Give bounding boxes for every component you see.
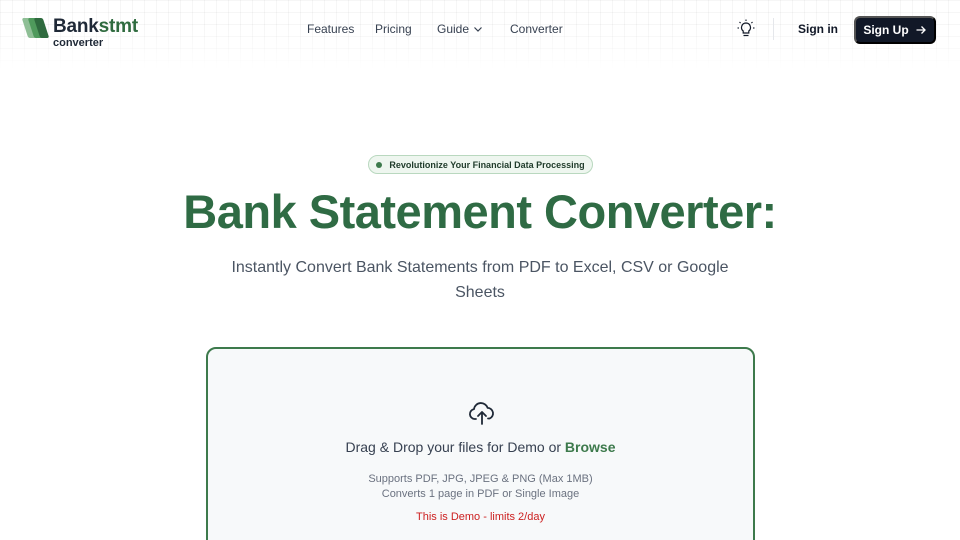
hero-badge: Revolutionize Your Financial Data Proces… (368, 155, 593, 174)
support-info: Supports PDF, JPG, JPEG & PNG (Max 1MB) … (208, 472, 753, 502)
lightbulb-icon[interactable] (737, 19, 755, 39)
hero-subtitle: Instantly Convert Bank Statements from P… (231, 259, 729, 301)
supported-formats-text: Supports PDF, JPG, JPEG & PNG (Max 1MB) (368, 473, 593, 485)
badge-dot-icon (376, 161, 383, 168)
badge-text: Revolutionize Your Financial Data Proces… (389, 159, 585, 170)
sign-in-link[interactable]: Sign in (798, 22, 838, 36)
sign-up-label: Sign Up (863, 23, 909, 37)
cloud-upload-icon (469, 402, 494, 425)
hero-title: Bank Statement Converter: (183, 185, 777, 238)
top-navbar: Bankstmt converter Features Pricing Guid… (0, 0, 960, 58)
logo-subtitle: converter (53, 37, 104, 49)
sign-up-button[interactable]: Sign Up (854, 16, 936, 44)
nav-link-pricing[interactable]: Pricing (375, 22, 412, 36)
logo-text: Bankstmt converter (53, 17, 138, 49)
nav-link-guide[interactable]: Guide (437, 22, 483, 36)
nav-divider (773, 18, 774, 40)
drop-text: Drag & Drop your files for Demo or (345, 439, 565, 455)
file-dropzone[interactable]: Drag & Drop your files for Demo or Brows… (206, 347, 755, 540)
arrow-right-icon (916, 26, 926, 34)
chevron-down-icon (474, 27, 482, 32)
browse-link[interactable]: Browse (565, 439, 616, 455)
nav-link-converter[interactable]: Converter (510, 22, 563, 36)
logo-mark-icon (21, 18, 50, 40)
logo-name: Bankstmt (53, 17, 138, 36)
brand-logo[interactable]: Bankstmt converter (21, 17, 138, 49)
nav-link-features[interactable]: Features (307, 22, 354, 36)
demo-limit-notice: This is Demo - limits 2/day (416, 511, 545, 523)
logo-name-part1: Bank (53, 16, 99, 37)
nav-link-guide-label: Guide (437, 22, 470, 36)
drop-instructions: Drag & Drop your files for Demo or Brows… (208, 439, 753, 455)
page-limit-text: Converts 1 page in PDF or Single Image (381, 488, 580, 500)
logo-name-part2: stmt (98, 16, 139, 37)
